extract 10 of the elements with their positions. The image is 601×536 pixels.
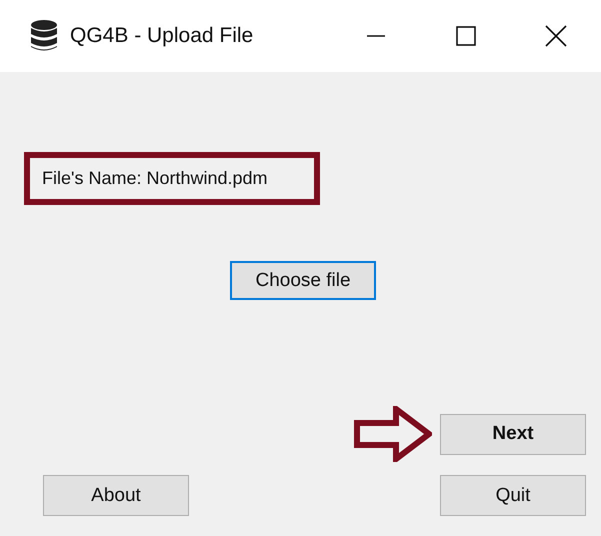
window-title: QG4B - Upload File [70,24,254,48]
maximize-icon [456,26,476,46]
quit-button[interactable]: Quit [440,475,586,516]
file-name-label: File's Name: Northwind.pdm [42,168,268,189]
choose-file-button[interactable]: Choose file [230,261,376,300]
close-icon [545,25,567,47]
about-button[interactable]: About [43,475,189,516]
database-icon [30,20,58,52]
minimize-icon [367,35,385,37]
next-button[interactable]: Next [440,414,586,454]
